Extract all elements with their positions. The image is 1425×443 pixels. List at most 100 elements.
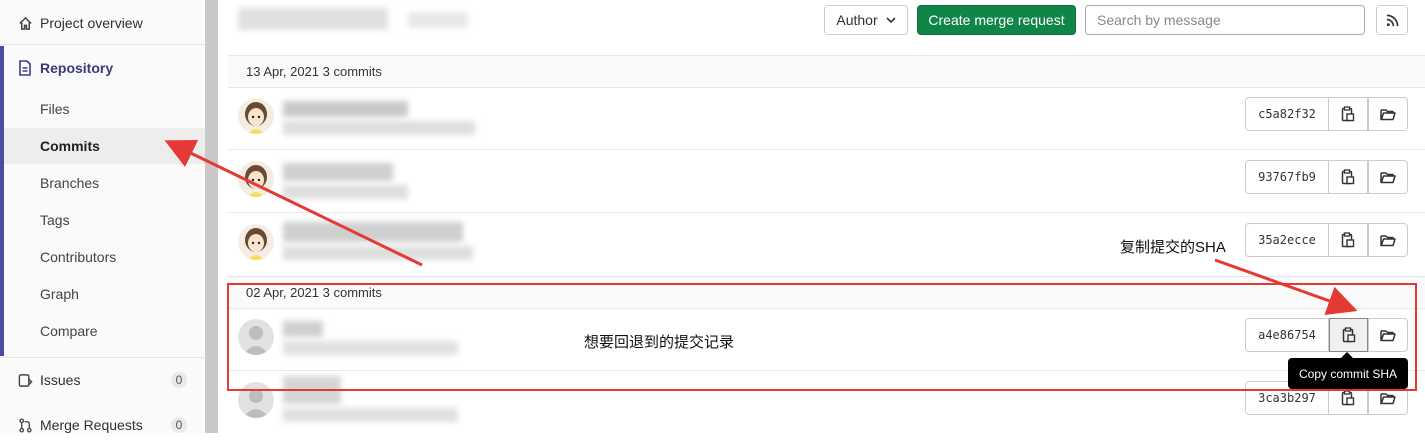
chevron-down-icon	[886, 16, 896, 24]
clipboard-icon	[1341, 169, 1355, 185]
commit-sha-actions: 35a2ecce	[1245, 223, 1425, 257]
redacted-commit-message	[283, 101, 408, 117]
target-commit-annotation: 想要回退到的提交记录	[584, 334, 735, 351]
sidebar-item-commits[interactable]: Commits	[4, 128, 205, 164]
sidebar-item-compare[interactable]: Compare	[0, 313, 205, 349]
copy-sha-button[interactable]	[1329, 160, 1368, 194]
sidebar: Project overview Repository Files Commit…	[0, 0, 205, 433]
folder-open-icon	[1380, 329, 1396, 342]
sidebar-item-contributors[interactable]: Contributors	[0, 239, 205, 275]
copy-sha-button[interactable]	[1329, 223, 1368, 257]
avatar[interactable]	[238, 98, 274, 134]
commit-sha-button[interactable]: c5a82f32	[1245, 97, 1329, 131]
divider	[0, 357, 205, 358]
redacted-commit-message	[283, 376, 341, 404]
sidebar-item-branches[interactable]: Branches	[0, 165, 205, 201]
commit-sha-label: 3ca3b297	[1258, 391, 1316, 405]
create-merge-request-label: Create merge request	[928, 12, 1065, 28]
sidebar-item-project-overview[interactable]: Project overview	[0, 5, 205, 41]
clipboard-icon	[1342, 327, 1356, 343]
sidebar-item-label: Compare	[40, 323, 98, 339]
commit-sha-button[interactable]: 35a2ecce	[1245, 223, 1329, 257]
browse-files-button[interactable]	[1368, 97, 1408, 131]
create-merge-request-button[interactable]: Create merge request	[917, 5, 1076, 35]
copy-sha-tooltip: Copy commit SHA	[1288, 358, 1408, 389]
redacted-commit-author	[283, 246, 473, 260]
sidebar-item-graph[interactable]: Graph	[0, 276, 205, 312]
commit-sha-button[interactable]: a4e86754	[1245, 318, 1329, 352]
sidebar-scrollbar[interactable]	[205, 0, 218, 433]
sidebar-item-tags[interactable]: Tags	[0, 202, 205, 238]
sidebar-item-label: Merge Requests	[40, 417, 143, 433]
folder-open-icon	[1380, 108, 1396, 121]
tooltip-label: Copy commit SHA	[1298, 366, 1398, 381]
rss-icon	[1386, 14, 1399, 27]
redacted-commit-author	[283, 408, 458, 422]
browse-files-button[interactable]	[1368, 223, 1408, 257]
clipboard-icon	[1341, 390, 1355, 406]
redacted-commit-author	[283, 341, 458, 355]
sidebar-item-files[interactable]: Files	[0, 91, 205, 127]
commit-sha-actions: c5a82f32	[1245, 97, 1425, 131]
divider	[0, 44, 205, 45]
avatar[interactable]	[238, 382, 274, 418]
commit-sha-button[interactable]: 93767fb9	[1245, 160, 1329, 194]
sidebar-item-merge-requests[interactable]: Merge Requests 0	[0, 407, 205, 443]
copy-sha-button[interactable]	[1329, 318, 1368, 352]
issues-icon	[17, 372, 33, 388]
redacted-commit-message	[283, 321, 323, 337]
sidebar-item-label: Project overview	[40, 15, 143, 31]
browse-files-button[interactable]	[1368, 318, 1408, 352]
avatar[interactable]	[238, 161, 274, 197]
commits-page: Author Create merge request 13 Apr, 2021…	[218, 0, 1425, 433]
clipboard-icon	[1341, 232, 1355, 248]
commit-sha-actions: 93767fb9	[1245, 160, 1425, 194]
sidebar-item-issues[interactable]: Issues 0	[0, 362, 205, 398]
author-dropdown[interactable]: Author	[824, 5, 908, 35]
commit-sha-label: c5a82f32	[1258, 107, 1316, 121]
clipboard-icon	[1341, 106, 1355, 122]
home-icon	[17, 15, 33, 31]
avatar[interactable]	[238, 319, 274, 355]
redacted-commit-author	[283, 121, 475, 135]
count-badge: 0	[171, 372, 187, 388]
document-icon	[17, 60, 33, 76]
sidebar-item-label: Repository	[40, 60, 114, 76]
row-divider	[228, 212, 1425, 213]
commit-sha-label: 35a2ecce	[1258, 233, 1316, 247]
copy-sha-button[interactable]	[1329, 97, 1368, 131]
browse-files-button[interactable]	[1368, 160, 1408, 194]
copy-sha-annotation: 复制提交的SHA	[1120, 239, 1226, 256]
rss-button[interactable]	[1376, 5, 1408, 35]
day-header-label: 02 Apr, 2021 3 commits	[246, 285, 382, 300]
redacted-commit-author	[283, 185, 408, 199]
sidebar-item-repository[interactable]: Repository	[0, 50, 205, 86]
search-input[interactable]	[1085, 5, 1365, 35]
sidebar-item-label: Graph	[40, 286, 79, 302]
commit-sha-actions: a4e86754	[1245, 318, 1425, 352]
commit-sha-label: 93767fb9	[1258, 170, 1316, 184]
row-divider	[228, 149, 1425, 150]
folder-open-icon	[1380, 234, 1396, 247]
author-dropdown-label: Author	[836, 12, 878, 28]
row-divider	[228, 370, 1425, 371]
sidebar-item-label: Commits	[40, 138, 100, 154]
sidebar-item-label: Issues	[40, 372, 81, 388]
count-badge: 0	[171, 417, 187, 433]
redacted-branch-selector[interactable]	[238, 8, 388, 30]
merge-request-icon	[17, 417, 33, 433]
redacted-commit-message	[283, 222, 463, 242]
sidebar-item-label: Files	[40, 101, 70, 117]
redacted-commit-message	[283, 163, 393, 181]
commit-sha-label: a4e86754	[1258, 328, 1316, 342]
day-header-label: 13 Apr, 2021 3 commits	[246, 64, 382, 79]
sidebar-item-label: Tags	[40, 212, 70, 228]
sidebar-item-label: Contributors	[40, 249, 117, 265]
day-header: 13 Apr, 2021 3 commits	[228, 55, 1425, 88]
folder-open-icon	[1380, 171, 1396, 184]
redacted-path	[408, 12, 468, 28]
folder-open-icon	[1380, 392, 1396, 405]
day-header: 02 Apr, 2021 3 commits	[228, 276, 1425, 309]
avatar[interactable]	[238, 224, 274, 260]
sidebar-item-label: Branches	[40, 175, 100, 191]
